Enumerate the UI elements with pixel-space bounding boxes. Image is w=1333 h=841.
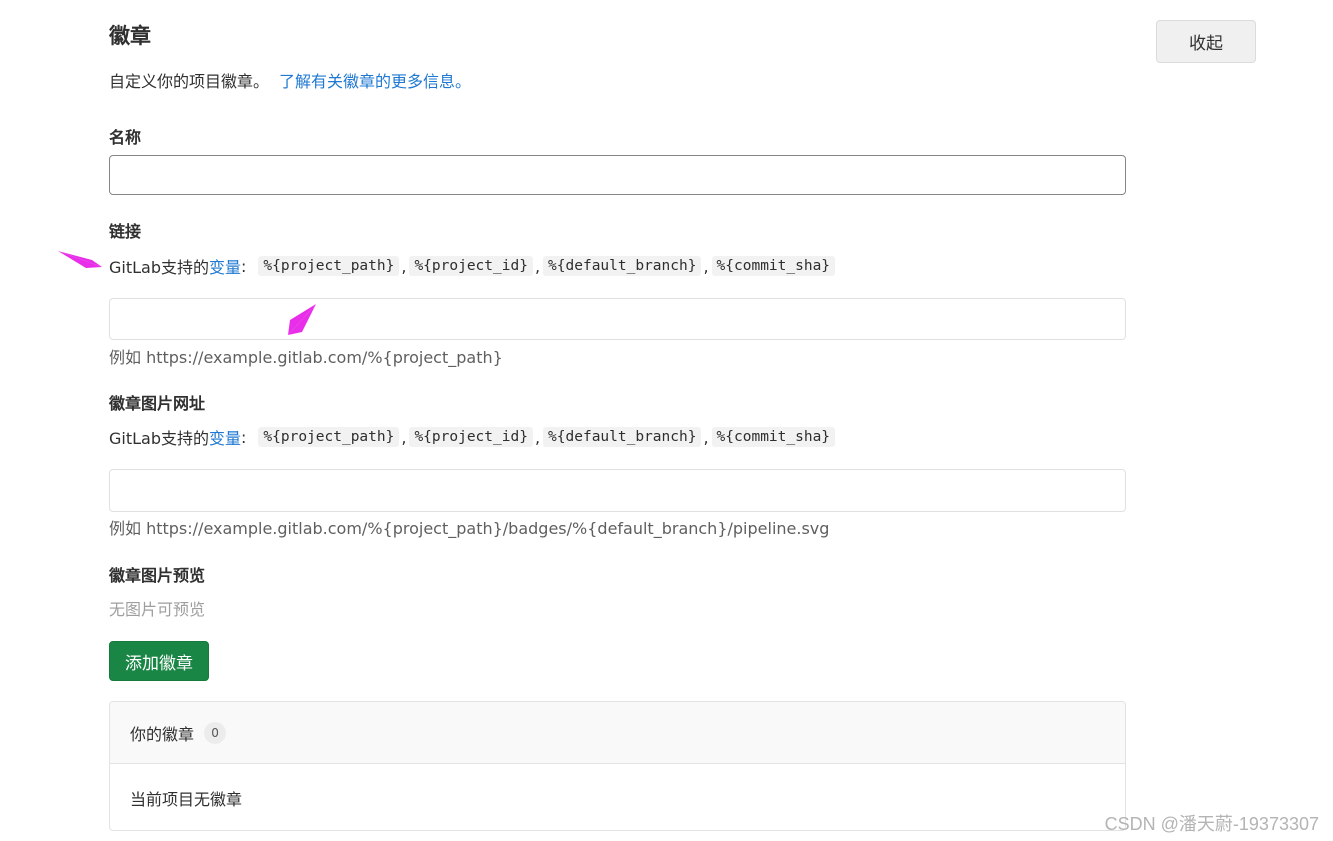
variable-project-id: %{project_id} [409, 256, 533, 276]
section-title: 徽章 [109, 24, 151, 48]
badges-empty-text: 当前项目无徽章 [130, 790, 243, 809]
badges-title: 你的徽章 [130, 724, 195, 744]
add-badge-button[interactable]: 添加徽章 [109, 641, 209, 681]
variable-project-path: %{project_path} [258, 427, 400, 447]
watermark: CSDN @潘天蔚-19373307 [1104, 814, 1319, 834]
link-help-colon: : [241, 256, 247, 276]
no-preview-text: 无图片可预览 [109, 600, 206, 619]
image-url-variables-help: GitLab支持的 变量: %{project_path}, %{project_… [109, 425, 836, 449]
link-input[interactable] [109, 298, 1126, 340]
description-text: 自定义你的项目徽章。 [109, 72, 270, 91]
variable-project-path: %{project_path} [258, 256, 400, 276]
learn-more-link[interactable]: 了解有关徽章的更多信息。 [279, 72, 471, 91]
link-help-prefix: GitLab支持的 [109, 258, 209, 277]
image-variables-link[interactable]: 变量 [209, 425, 241, 449]
annotation-arrow-icon [58, 251, 102, 268]
link-label: 链接 [109, 222, 142, 241]
variable-commit-sha: %{commit_sha} [711, 427, 836, 447]
image-help-prefix: GitLab支持的 [109, 429, 209, 448]
badges-card-header: 你的徽章 0 [110, 702, 1125, 764]
variable-commit-sha: %{commit_sha} [711, 256, 836, 276]
variable-default-branch: %{default_branch} [543, 427, 702, 447]
name-input[interactable] [109, 155, 1126, 195]
badge-count: 0 [204, 721, 227, 744]
link-example: 例如 https://example.gitlab.com/%{project_… [109, 348, 503, 367]
annotation-arrow-icon [288, 304, 316, 335]
link-variables-link[interactable]: 变量 [209, 254, 241, 278]
image-url-example: 例如 https://example.gitlab.com/%{project_… [109, 519, 830, 538]
badges-card: 你的徽章 0 当前项目无徽章 [109, 701, 1126, 831]
collapse-button[interactable]: 收起 [1156, 20, 1256, 63]
link-variables-help: GitLab支持的 变量: %{project_path}, %{project_… [109, 254, 836, 278]
variable-default-branch: %{default_branch} [543, 256, 702, 276]
variable-project-id: %{project_id} [409, 427, 533, 447]
image-url-label: 徽章图片网址 [109, 394, 206, 413]
image-url-input[interactable] [109, 469, 1126, 512]
image-help-colon: : [241, 427, 247, 447]
section-description: 自定义你的项目徽章。 了解有关徽章的更多信息。 [109, 68, 471, 92]
name-label: 名称 [109, 128, 142, 147]
preview-label: 徽章图片预览 [109, 566, 206, 585]
